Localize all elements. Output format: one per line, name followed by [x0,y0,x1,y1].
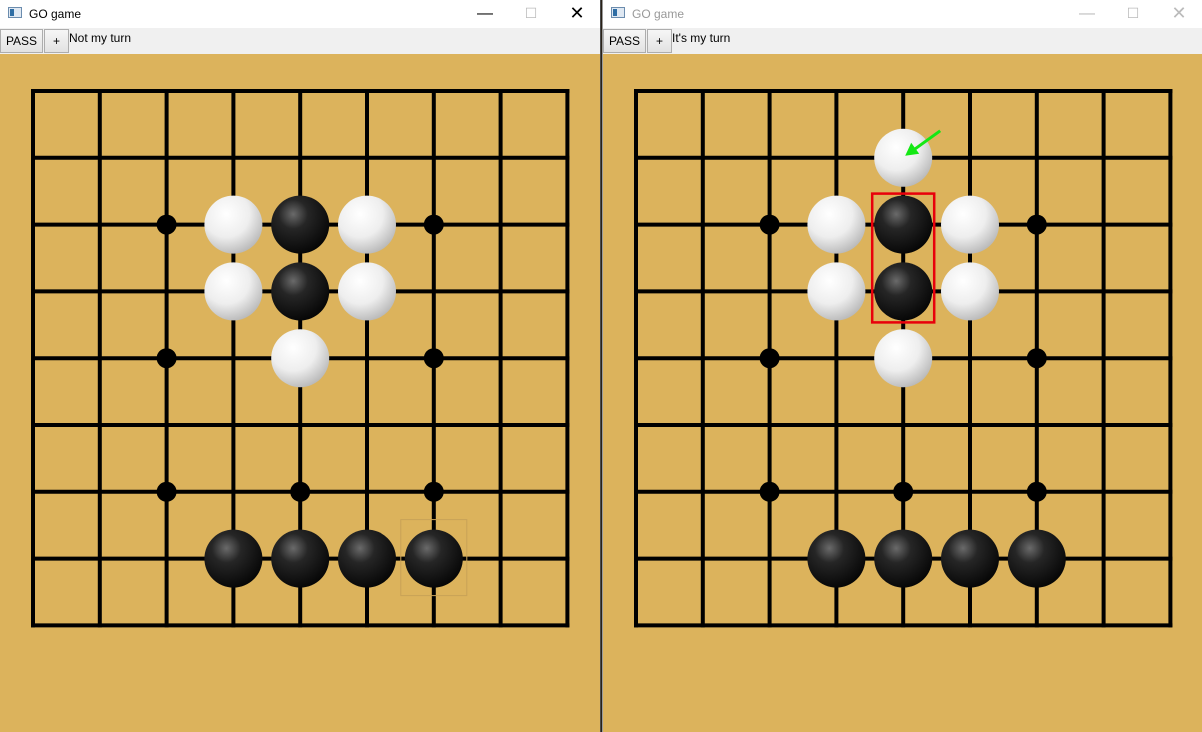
close-icon[interactable]: ✕ [1156,0,1202,28]
star-point [290,481,311,502]
star-point [759,214,780,235]
white-stone [204,262,263,321]
star-point [423,481,444,502]
white-stone [807,262,866,321]
star-point [759,481,780,502]
go-board[interactable] [603,54,1202,732]
white-stone [338,195,396,254]
star-point [156,348,177,369]
black-stone [404,529,463,588]
maximize-icon[interactable]: ☐ [508,0,554,28]
turn-status: It's my turn [672,31,731,45]
black-stone [204,529,263,588]
go-board[interactable] [0,54,600,732]
pass-button[interactable]: PASS [0,29,43,53]
star-point [156,481,177,502]
minimize-icon[interactable]: — [462,0,508,28]
title-bar[interactable]: GO game — ☐ ✕ [603,0,1202,28]
app-window-icon [611,7,625,18]
black-stone [271,195,330,254]
add-button[interactable]: + [647,29,672,53]
app-window-icon [8,7,22,18]
star-point [893,481,914,502]
white-stone [204,195,263,254]
white-stone [338,262,396,321]
go-window-right: GO game — ☐ ✕ PASS + It's my turn [602,0,1202,732]
pass-button[interactable]: PASS [603,29,646,53]
black-stone [874,195,933,254]
white-stone [271,329,330,388]
black-stone [338,529,396,588]
close-icon[interactable]: ✕ [554,0,600,28]
black-stone [807,529,866,588]
go-board-canvas[interactable] [603,54,1202,732]
toolbar: PASS + Not my turn [0,28,600,54]
minimize-icon[interactable]: — [1064,0,1110,28]
go-window-left: GO game — ☐ ✕ PASS + Not my turn [0,0,601,732]
star-point [156,214,177,235]
white-stone [807,195,866,254]
maximize-icon[interactable]: ☐ [1110,0,1156,28]
black-stone [874,529,933,588]
black-stone [941,529,999,588]
star-point [423,214,444,235]
turn-status: Not my turn [69,31,132,45]
black-stone [874,262,933,321]
black-stone [271,262,330,321]
star-point [1026,481,1047,502]
toolbar: PASS + It's my turn [603,28,1202,54]
star-point [1026,214,1047,235]
white-stone [941,195,999,254]
white-stone [941,262,999,321]
window-title: GO game [29,7,82,21]
star-point [423,348,444,369]
go-board-canvas[interactable] [0,54,600,732]
white-stone [874,128,933,187]
star-point [759,348,780,369]
white-stone [874,329,933,388]
black-stone [1007,529,1066,588]
window-title: GO game [632,7,685,21]
star-point [1026,348,1047,369]
title-bar[interactable]: GO game — ☐ ✕ [0,0,600,28]
black-stone [271,529,330,588]
add-button[interactable]: + [44,29,69,53]
